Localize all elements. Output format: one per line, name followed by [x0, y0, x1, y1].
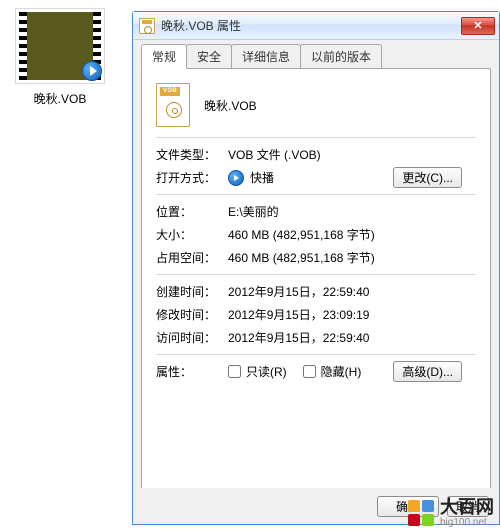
- checkbox-readonly-label: 只读(R): [246, 363, 287, 380]
- row-location: 位置： E:\美丽的: [156, 203, 476, 220]
- titlebar[interactable]: 晚秋.VOB 属性 ✕: [133, 12, 499, 40]
- row-size: 大小： 460 MB (482,951,168 字节): [156, 226, 476, 243]
- checkbox-hidden[interactable]: [303, 365, 316, 378]
- desktop-file-label: 晚秋.VOB: [10, 90, 110, 107]
- tab-row: 常规 安全 详细信息 以前的版本: [141, 46, 491, 68]
- disc-icon: [166, 102, 182, 118]
- row-attributes: 属性： 只读(R) 隐藏(H) 高级(D)...: [156, 363, 476, 380]
- filename-text[interactable]: 晚秋.VOB: [204, 97, 257, 114]
- row-openwith: 打开方式： 快播 更改(C)...: [156, 169, 476, 186]
- value-accessed: 2012年9月15日，22:59:40: [228, 329, 476, 346]
- label-created: 创建时间：: [156, 283, 228, 300]
- checkbox-hidden-label: 隐藏(H): [321, 363, 362, 380]
- value-modified: 2012年9月15日，23:09:19: [228, 306, 476, 323]
- vob-file-icon: VOB: [156, 83, 190, 127]
- row-sizeondisk: 占用空间： 460 MB (482,951,168 字节): [156, 249, 476, 266]
- vob-tag: VOB: [160, 87, 180, 96]
- watermark-logo-icon: [408, 500, 434, 526]
- value-size: 460 MB (482,951,168 字节): [228, 226, 476, 243]
- row-accessed: 访问时间： 2012年9月15日，22:59:40: [156, 329, 476, 346]
- label-sizeondisk: 占用空间：: [156, 249, 228, 266]
- watermark-name: 大百网: [440, 498, 494, 516]
- tab-general[interactable]: 常规: [141, 44, 187, 69]
- wm-sq-3: [408, 514, 420, 526]
- watermark: 大百网 big100.net: [408, 498, 494, 528]
- dialog-body: 常规 安全 详细信息 以前的版本 VOB 晚秋.VOB 文件类型： VOB 文件…: [133, 40, 499, 524]
- watermark-text: 大百网 big100.net: [440, 498, 494, 528]
- value-location: E:\美丽的: [228, 203, 476, 220]
- window-icon: [139, 18, 155, 34]
- change-button[interactable]: 更改(C)...: [393, 167, 462, 188]
- separator: [156, 194, 476, 195]
- label-size: 大小：: [156, 226, 228, 243]
- file-thumbnail: [15, 8, 105, 84]
- wm-sq-2: [422, 500, 434, 512]
- separator: [156, 137, 476, 138]
- close-icon: ✕: [473, 19, 482, 32]
- wm-sq-4: [422, 514, 434, 526]
- close-button[interactable]: ✕: [461, 17, 495, 35]
- value-created: 2012年9月15日，22:59:40: [228, 283, 476, 300]
- separator: [156, 354, 476, 355]
- window-title: 晚秋.VOB 属性: [161, 17, 455, 34]
- app-play-icon: [228, 170, 244, 186]
- label-filetype: 文件类型：: [156, 146, 228, 163]
- row-filetype: 文件类型： VOB 文件 (.VOB): [156, 146, 476, 163]
- play-icon: [82, 61, 102, 81]
- label-location: 位置：: [156, 203, 228, 220]
- tab-details[interactable]: 详细信息: [231, 44, 301, 68]
- checkbox-readonly-wrapper[interactable]: 只读(R): [228, 363, 287, 380]
- separator: [156, 274, 476, 275]
- value-sizeondisk: 460 MB (482,951,168 字节): [228, 249, 476, 266]
- advanced-button[interactable]: 高级(D)...: [393, 361, 462, 382]
- value-filetype: VOB 文件 (.VOB): [228, 146, 476, 163]
- wm-sq-1: [408, 500, 420, 512]
- label-openwith: 打开方式：: [156, 169, 228, 186]
- properties-dialog: 晚秋.VOB 属性 ✕ 常规 安全 详细信息 以前的版本 VOB 晚秋.VOB …: [132, 11, 500, 525]
- tab-panel-general: VOB 晚秋.VOB 文件类型： VOB 文件 (.VOB) 打开方式： 快播 …: [141, 68, 491, 518]
- label-attributes: 属性：: [156, 363, 228, 380]
- watermark-url: big100.net: [440, 518, 494, 528]
- row-created: 创建时间： 2012年9月15日，22:59:40: [156, 283, 476, 300]
- row-modified: 修改时间： 2012年9月15日，23:09:19: [156, 306, 476, 323]
- desktop-file-icon[interactable]: 晚秋.VOB: [10, 8, 110, 107]
- checkbox-hidden-wrapper[interactable]: 隐藏(H): [303, 363, 362, 380]
- label-accessed: 访问时间：: [156, 329, 228, 346]
- tab-security[interactable]: 安全: [186, 44, 232, 68]
- label-modified: 修改时间：: [156, 306, 228, 323]
- checkbox-readonly[interactable]: [228, 365, 241, 378]
- tab-previous-versions[interactable]: 以前的版本: [300, 44, 382, 68]
- file-header: VOB 晚秋.VOB: [156, 83, 476, 127]
